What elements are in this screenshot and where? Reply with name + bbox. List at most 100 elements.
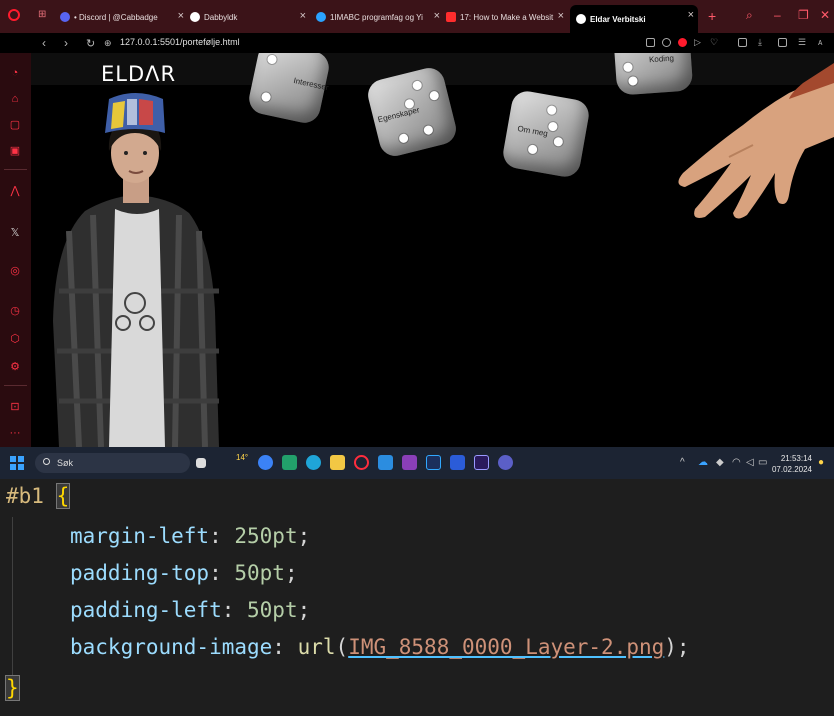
edge-icon[interactable] xyxy=(306,455,321,470)
reload-icon[interactable]: ↻ xyxy=(86,37,95,50)
close-tab-icon[interactable]: × xyxy=(688,9,694,21)
onenote-icon[interactable] xyxy=(402,455,417,470)
new-tab-button[interactable]: + xyxy=(708,8,716,24)
battery-tray-icon[interactable]: ▭ xyxy=(758,457,767,468)
tab-youtube[interactable]: 17: How to Make a Websit × xyxy=(446,6,568,28)
die-interesser[interactable]: Interesser xyxy=(246,53,332,126)
history-icon[interactable]: ◷ xyxy=(9,305,21,317)
css-value: 50pt xyxy=(247,598,298,622)
premiere-icon[interactable] xyxy=(474,455,489,470)
extensions-sidebar-icon[interactable]: ⬡ xyxy=(9,333,21,345)
vscode-icon[interactable] xyxy=(378,455,393,470)
web-page: ELDΛR Interesser Egenskaper Om meg Kodin… xyxy=(31,53,834,447)
tray-overflow-icon[interactable]: ^ xyxy=(680,457,685,468)
x-twitter-icon[interactable]: 𝕏 xyxy=(9,227,21,239)
heart-icon[interactable]: ♡ xyxy=(710,38,719,47)
chat-icon[interactable] xyxy=(258,455,273,470)
die-pip xyxy=(546,104,557,116)
tab-github[interactable]: Dabbyldk × xyxy=(190,6,310,28)
extensions-icon[interactable] xyxy=(738,38,747,47)
workspaces-icon[interactable]: ⊞ xyxy=(38,10,50,20)
die-pip xyxy=(260,91,272,103)
close-tab-icon[interactable]: × xyxy=(300,10,306,22)
globe-icon xyxy=(576,14,586,24)
tab-teams[interactable]: 1IMABC programfag og Yi × xyxy=(316,6,444,28)
settings-icon[interactable]: ⚙ xyxy=(9,361,21,373)
easy-setup-icon[interactable]: ☰ xyxy=(798,38,807,47)
css-url-link[interactable]: IMG_8588_0000_Layer-2.png xyxy=(348,635,664,659)
youtube-icon xyxy=(446,12,456,22)
tab-eldar-verbitski[interactable]: Eldar Verbitski × xyxy=(570,5,698,33)
volume-icon[interactable]: ◁ xyxy=(746,457,754,468)
messenger-icon[interactable]: ▢ xyxy=(9,119,21,131)
task-view-icon[interactable] xyxy=(196,458,206,468)
profile-icon[interactable]: ᴀ xyxy=(818,38,827,47)
css-selector: #b1 xyxy=(6,484,44,508)
tab-search-icon[interactable]: ⌕ xyxy=(746,8,753,23)
windows-start-icon[interactable] xyxy=(10,456,24,470)
wifi-icon[interactable]: ◠ xyxy=(732,457,741,468)
hand-image xyxy=(678,63,834,219)
opera-taskbar-icon[interactable] xyxy=(354,455,369,470)
search-icon xyxy=(43,458,50,465)
die-label: Om meg xyxy=(516,124,549,139)
tab-label: 1IMABC programfag og Yi xyxy=(330,12,423,22)
browser-tab-bar: ⊞ • Discord | @Cabbadge × Dabbyldk × 1IM… xyxy=(0,0,834,33)
tab-label: 17: How to Make a Websit xyxy=(460,12,554,22)
close-tab-icon[interactable]: × xyxy=(434,10,440,22)
camera-icon[interactable] xyxy=(662,38,671,47)
css-property: margin-left xyxy=(70,524,210,548)
code-line: padding-top: 50pt; xyxy=(70,561,298,585)
minimize-button[interactable]: – xyxy=(774,8,781,22)
opera-logo-icon[interactable] xyxy=(8,9,20,21)
notification-bell-icon[interactable]: ● xyxy=(818,457,824,468)
close-tab-icon[interactable]: × xyxy=(558,10,564,22)
site-info-icon[interactable]: ⊕ xyxy=(104,38,112,49)
die-pip xyxy=(527,144,538,155)
die-pip xyxy=(422,124,434,136)
store-icon[interactable] xyxy=(282,455,297,470)
close-window-button[interactable]: ✕ xyxy=(820,8,830,22)
vk-icon[interactable]: ⋀ xyxy=(9,185,21,197)
whatsapp-icon[interactable]: ▣ xyxy=(9,145,21,157)
taskbar-clock[interactable]: 21:53:14 07.02.2024 xyxy=(770,453,812,475)
die-om-meg[interactable]: Om meg xyxy=(500,88,592,180)
file-explorer-icon[interactable] xyxy=(330,455,345,470)
word-icon[interactable] xyxy=(450,455,465,470)
code-line-selector: #b1 { xyxy=(6,483,71,509)
player-icon[interactable]: ▷ xyxy=(694,38,703,47)
photoshop-icon[interactable] xyxy=(426,455,441,470)
close-tab-icon[interactable]: × xyxy=(178,10,184,22)
url-field[interactable]: 127.0.0.1:5501/portefølje.html xyxy=(120,37,240,47)
vpn-icon[interactable] xyxy=(678,38,687,47)
die-pip xyxy=(428,90,440,102)
instagram-icon[interactable]: ◎ xyxy=(9,265,21,277)
css-function: url xyxy=(297,635,336,659)
indent-guide xyxy=(12,517,13,677)
back-icon[interactable]: ‹ xyxy=(42,36,46,50)
snapshot-gallery-icon[interactable]: ⊡ xyxy=(9,401,21,413)
aria-icon[interactable]: ◔ xyxy=(9,67,21,79)
dropbox-icon[interactable]: ◆ xyxy=(716,457,724,468)
crypto-wallet-icon[interactable]: ⌂ xyxy=(9,93,21,105)
clock-date: 07.02.2024 xyxy=(771,465,812,474)
more-icon[interactable]: ··· xyxy=(9,427,21,439)
taskbar-search[interactable]: Søk xyxy=(35,453,190,473)
start-tile xyxy=(10,464,16,470)
close-brace: } xyxy=(5,675,20,701)
code-editor[interactable]: #b1 { margin-left: 250pt; padding-top: 5… xyxy=(0,479,834,716)
site-logo[interactable]: ELDΛR xyxy=(101,62,176,86)
tab-discord[interactable]: • Discord | @Cabbadge × xyxy=(60,6,188,28)
die-pip xyxy=(623,62,633,73)
maximize-button[interactable]: ❐ xyxy=(798,8,809,22)
battery-icon[interactable] xyxy=(778,38,787,47)
forward-icon[interactable]: › xyxy=(64,36,68,50)
snapshot-icon[interactable] xyxy=(646,38,655,47)
weather-widget[interactable]: 14° xyxy=(236,453,248,462)
search-placeholder: Søk xyxy=(57,458,74,468)
teams-taskbar-icon[interactable] xyxy=(498,455,513,470)
download-icon[interactable]: ⤓ xyxy=(758,38,767,47)
onedrive-icon[interactable]: ☁ xyxy=(698,457,708,468)
die-pip xyxy=(553,136,564,147)
die-pip xyxy=(266,54,278,65)
